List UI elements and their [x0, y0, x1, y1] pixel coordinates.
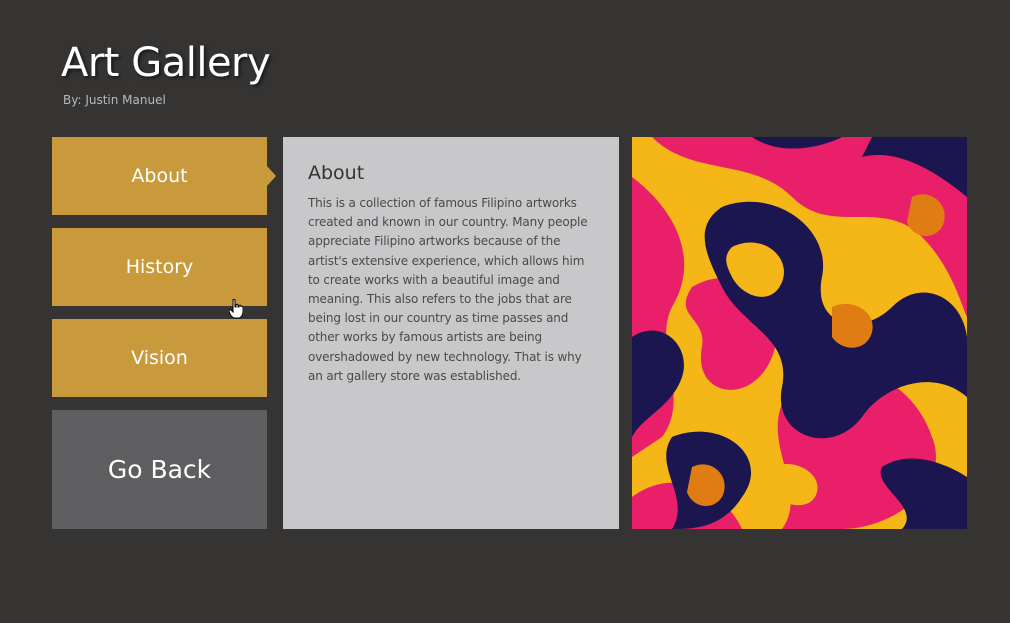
- about-button-label: About: [131, 165, 188, 187]
- author-byline: By: Justin Manuel: [63, 93, 166, 107]
- hand-pointer-icon: [229, 299, 243, 319]
- artwork-image: [632, 137, 967, 529]
- history-button[interactable]: History: [52, 228, 267, 306]
- active-indicator-arrow: [267, 166, 276, 186]
- vision-button-label: Vision: [131, 347, 188, 369]
- go-back-button[interactable]: Go Back: [52, 410, 267, 529]
- history-button-label: History: [125, 256, 194, 278]
- about-button[interactable]: About: [52, 137, 276, 215]
- vision-button[interactable]: Vision: [52, 319, 267, 397]
- page-title: Art Gallery: [61, 40, 271, 86]
- content-body: This is a collection of famous Filipino …: [308, 196, 588, 383]
- go-back-button-label: Go Back: [107, 455, 212, 484]
- content-panel: About This is a collection of famous Fil…: [283, 137, 619, 529]
- content-heading: About: [308, 162, 365, 184]
